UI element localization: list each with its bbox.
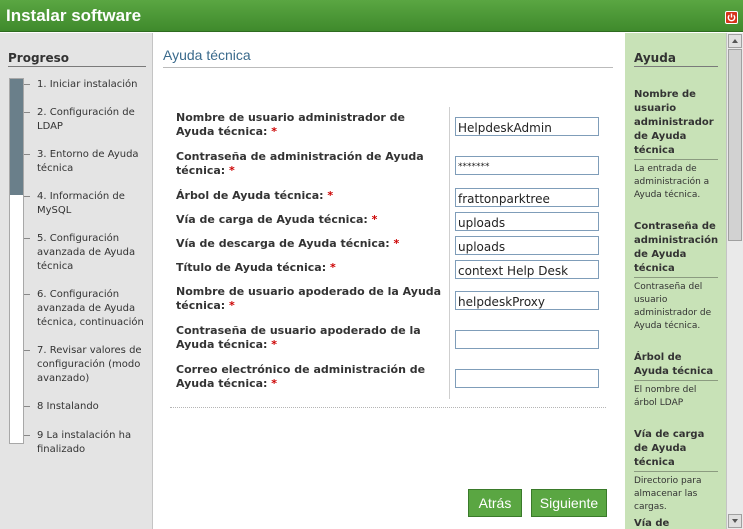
progress-step: 8 Instalando [24, 400, 146, 414]
admin-password-input[interactable] [455, 156, 599, 175]
progress-step: 7. Revisar valores de configuración (mod… [24, 344, 146, 386]
field-label-proxy-user: Nombre de usuario apoderado de la Ayuda … [176, 285, 442, 312]
help-item-title: Árbol de Ayuda técnica [634, 351, 718, 381]
proxy-password-input[interactable] [455, 330, 599, 349]
window-title: Instalar software [6, 6, 142, 25]
progress-bar-fill [10, 79, 23, 196]
help-item-title: Contraseña de administración de Ayuda té… [634, 220, 718, 278]
help-item-desc: La entrada de administración a Ayuda téc… [634, 164, 710, 200]
field-label-admin-password: Contraseña de administración de Ayuda té… [176, 150, 424, 177]
next-button[interactable]: Siguiente [531, 489, 607, 517]
page-title: Ayuda técnica [163, 47, 613, 68]
progress-step: 5. Configuración avanzada de Ayuda técni… [24, 232, 146, 274]
help-item-title: Vía de [634, 517, 718, 529]
upload-path-input[interactable] [455, 212, 599, 231]
proxy-user-input[interactable] [455, 291, 599, 310]
progress-step: 9 La instalación ha finalizado [24, 429, 146, 457]
help-item: Vía de carga de Ayuda técnica Directorio… [634, 428, 718, 514]
progress-step: 4. Información de MySQL [24, 190, 146, 218]
progress-heading: Progreso [8, 51, 146, 67]
main-form-panel: Ayuda técnica Nombre de usuario administ… [154, 33, 625, 529]
field-label-tree: Árbol de Ayuda técnica: * [176, 189, 334, 202]
help-item-title: Vía de carga de Ayuda técnica [634, 428, 718, 472]
help-scrollbar[interactable] [726, 33, 743, 529]
help-heading: Ayuda [634, 51, 718, 67]
progress-step: 2. Configuración de LDAP [24, 106, 146, 134]
help-item: Contraseña de administración de Ayuda té… [634, 220, 718, 333]
help-item-desc: Directorio para almacenar las cargas. [634, 476, 702, 512]
help-panel: Ayuda Nombre de usuario administrador de… [625, 33, 726, 529]
help-item-desc: Contraseña del usuario administrador de … [634, 282, 712, 331]
form-bottom-divider [170, 407, 606, 408]
field-label-admin-email: Correo electrónico de administración de … [176, 363, 426, 390]
field-label-title: Título de Ayuda técnica: * [176, 261, 336, 274]
back-button[interactable]: Atrás [468, 489, 522, 517]
progress-step: 1. Iniciar instalación [24, 78, 146, 92]
admin-email-input[interactable] [455, 369, 599, 388]
field-label-download-path: Vía de descarga de Ayuda técnica: * [176, 237, 400, 250]
admin-user-input[interactable] [455, 117, 599, 136]
progress-step: 6. Configuración avanzada de Ayuda técni… [24, 288, 146, 330]
field-label-proxy-password: Contraseña de usuario apoderado de la Ay… [176, 324, 421, 351]
field-label-upload-path: Vía de carga de Ayuda técnica: * [176, 213, 378, 226]
helpdesk-title-input[interactable] [455, 260, 599, 279]
help-item: Nombre de usuario administrador de Ayuda… [634, 88, 718, 202]
tree-input[interactable] [455, 188, 599, 207]
download-path-input[interactable] [455, 236, 599, 255]
title-bar: Instalar software [0, 0, 743, 32]
progress-panel: Progreso 1. Iniciar instalación 2. Confi… [0, 33, 153, 529]
help-item-title: Nombre de usuario administrador de Ayuda… [634, 88, 718, 160]
scroll-up-arrow-icon[interactable] [728, 34, 742, 48]
form-divider [449, 107, 450, 399]
help-item-desc: El nombre del árbol LDAP [634, 385, 697, 408]
help-item: Árbol de Ayuda técnica El nombre del árb… [634, 351, 718, 410]
scroll-down-arrow-icon[interactable] [728, 514, 742, 528]
power-icon[interactable] [725, 11, 738, 24]
progress-bar [9, 78, 24, 444]
help-item: Vía de [634, 517, 718, 529]
field-label-admin-user: Nombre de usuario administrador de Ayuda… [176, 111, 405, 138]
progress-step: 3. Entorno de Ayuda técnica [24, 148, 146, 176]
scrollbar-thumb[interactable] [728, 49, 742, 241]
